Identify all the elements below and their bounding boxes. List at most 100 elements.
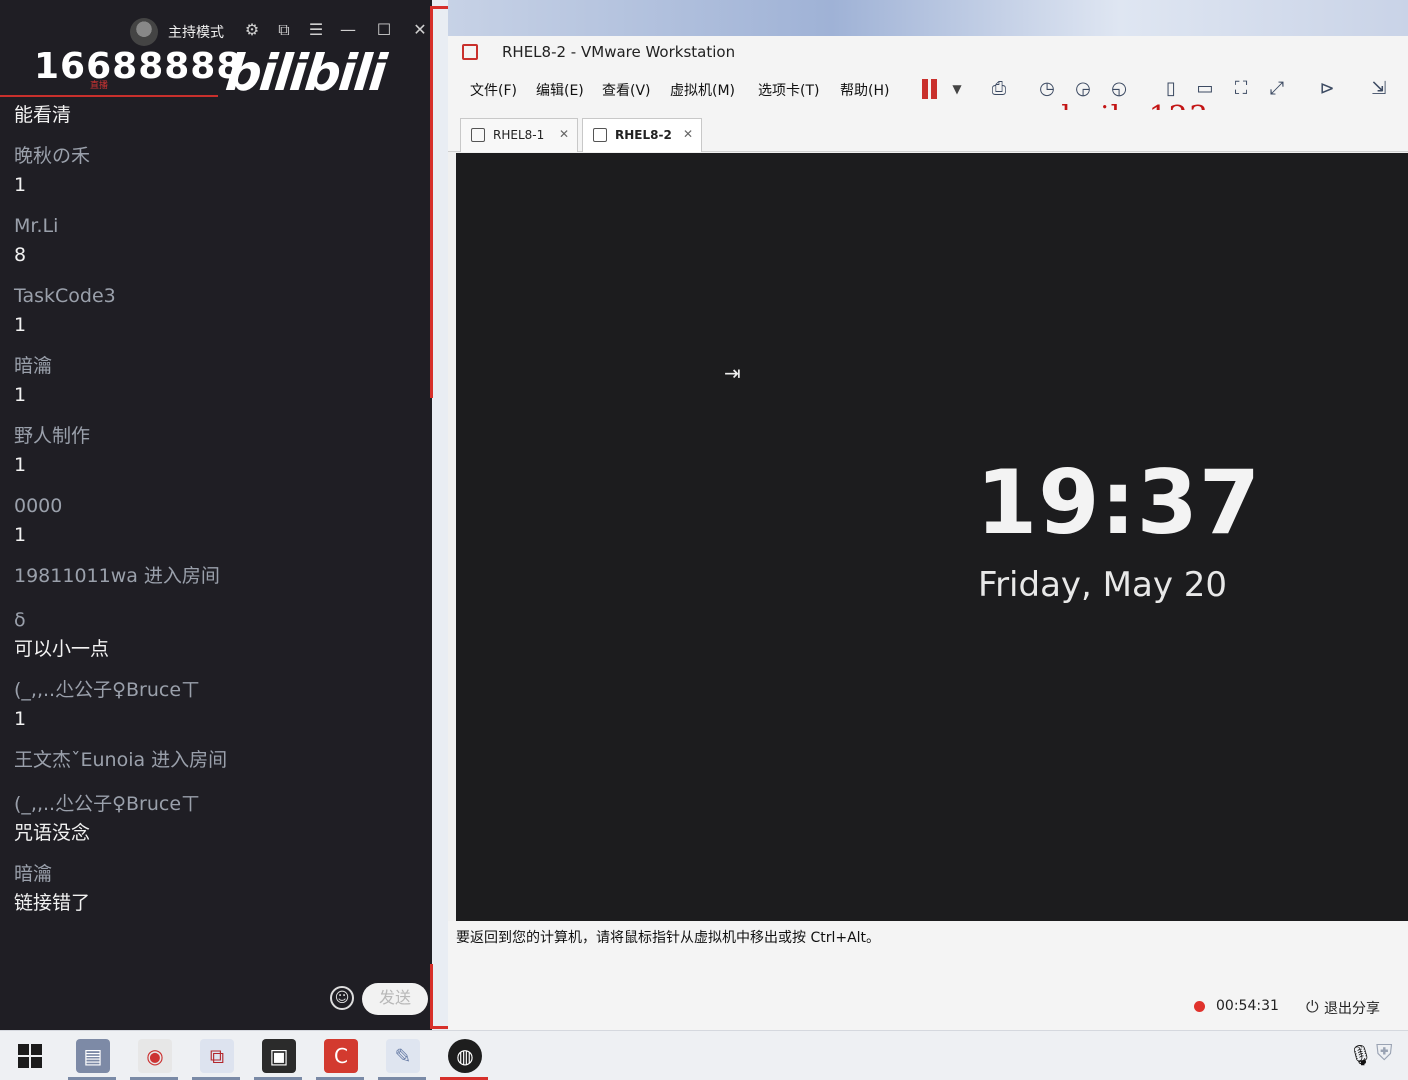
maximize-icon[interactable]: ☐ <box>374 20 394 40</box>
chat-message: 晚秋の禾 1 <box>14 142 424 200</box>
vmware-taskbar-icon[interactable]: ⧉ <box>200 1039 234 1073</box>
vmware-window: RHEL8-2 - VMware Workstation 文件(F) 编辑(E)… <box>448 0 1408 1030</box>
chat-message-text: 8 <box>14 244 27 266</box>
tab-label: RHEL8-1 <box>493 128 545 142</box>
vm-statusbar: 要返回到您的计算机，请将鼠标指针从虚拟机中移出或按 Ctrl+Alt。 00:5… <box>448 921 1408 1030</box>
chat-message: 暗瀹 链接错了 <box>14 860 424 918</box>
chat-username[interactable]: TaskCode3 <box>14 282 424 310</box>
host-mode-label[interactable]: 主持模式 <box>168 22 224 42</box>
terminal-icon[interactable]: ▣ <box>262 1039 296 1073</box>
send-ctrl-alt-del-icon[interactable]: ⎙ <box>986 76 1012 102</box>
exit-share-button[interactable]: 退出分享 <box>1324 998 1380 1018</box>
chat-message: δ 可以小一点 <box>14 606 424 664</box>
chat-message-text: 能看清 <box>14 104 72 126</box>
power-icon[interactable]: ⏻ <box>1306 997 1319 1017</box>
windows-taskbar: ▤ ◉ ⧉ ▣ C ✎ ◍ 🎙 ⛨ <box>0 1030 1408 1080</box>
obs-icon[interactable]: ◍ <box>448 1039 482 1073</box>
microphone-icon[interactable]: 🎙 <box>1348 1043 1373 1067</box>
vm-tab-icon <box>593 128 607 142</box>
chat-message: (_,,..尐公子♀Bruceㄒ咒语没念 <box>14 790 424 848</box>
close-icon[interactable]: ✕ <box>683 127 693 141</box>
chat-message: (_,,..尐公子♀Bruceㄒ 1 <box>14 676 424 734</box>
room-underline <box>0 95 218 97</box>
close-icon[interactable]: ✕ <box>559 127 569 141</box>
chat-message: 暗瀹 1 <box>14 352 424 410</box>
recording-time: 00:54:31 <box>1216 998 1279 1014</box>
menu-help[interactable]: 帮助(H) <box>840 80 889 100</box>
menu-edit[interactable]: 编辑(E) <box>536 80 584 100</box>
chat-username[interactable]: 野人制作 <box>14 422 424 450</box>
chat-message: 野人制作 1 <box>14 422 424 480</box>
codeblock-icon[interactable]: C <box>324 1039 358 1073</box>
chat-message-text: 1 <box>14 174 27 196</box>
desktop-background-strip <box>448 0 1408 36</box>
console-icon[interactable]: ⊳ <box>1314 76 1340 102</box>
close-icon[interactable]: ✕ <box>410 20 430 40</box>
revert-snapshot-icon[interactable]: ◶ <box>1070 76 1096 102</box>
chat-message: 0000 1 <box>14 492 424 550</box>
capture-frame-left <box>430 6 433 398</box>
recording-dot-icon <box>1194 1001 1205 1012</box>
stretch-icon[interactable]: ⇲ <box>1366 76 1392 102</box>
tab-rhel8-2[interactable]: RHEL8-2 ✕ <box>582 118 702 152</box>
chat-message-text: 1 <box>14 708 27 730</box>
chat-username[interactable]: (_,,..尐公子♀Bruceㄒ <box>14 790 424 818</box>
bilibili-logo: bilibili <box>222 44 388 102</box>
chat-message-text: 1 <box>14 314 27 336</box>
chat-message-text: 咒语没念 <box>14 822 91 844</box>
minimize-icon[interactable]: — <box>338 20 358 40</box>
lock-screen-date: Friday, May 20 <box>978 565 1228 605</box>
popout-icon[interactable]: ⧉ <box>274 20 294 40</box>
tool-icon[interactable]: ✎ <box>386 1039 420 1073</box>
room-enter-notice: 19811011wa 进入房间 <box>14 565 220 587</box>
file-explorer-icon[interactable]: ▤ <box>76 1039 110 1073</box>
vm-tabbar: RHEL8-1 ✕ RHEL8-2 ✕ <box>448 110 1408 152</box>
window-title: RHEL8-2 - VMware Workstation <box>502 43 736 61</box>
tab-rhel8-1[interactable]: RHEL8-1 ✕ <box>460 118 578 152</box>
unity-icon[interactable]: ⤢ <box>1264 76 1290 102</box>
live-chat-panel: 主持模式 ⚙ ⧉ ☰ — ☐ ✕ 16688888 直播 bilibili 能看… <box>0 0 432 1030</box>
chat-message-list: 能看清 晚秋の禾 1 Mr.Li 8 TaskCode3 1 暗瀹 1 野人制作 1 0000 1 198… <box>14 100 424 930</box>
lock-screen-time: 19:37 <box>976 451 1262 554</box>
thumbnail-view-icon[interactable]: ▭ <box>1192 76 1218 102</box>
chat-message-text: 可以小一点 <box>14 638 110 660</box>
vm-tab-icon <box>471 128 485 142</box>
chat-username[interactable]: 暗瀹 <box>14 860 424 888</box>
avatar[interactable] <box>130 18 158 46</box>
capture-frame-left-bottom <box>430 964 433 1028</box>
menu-view[interactable]: 查看(V) <box>602 80 651 100</box>
menu-vm[interactable]: 虚拟机(M) <box>670 80 735 100</box>
chat-message: Mr.Li 8 <box>14 212 424 270</box>
windows-start-icon[interactable] <box>18 1044 42 1068</box>
chat-message-text: 链接错了 <box>14 892 91 914</box>
capture-frame-top <box>430 6 448 9</box>
chrome-icon[interactable]: ◉ <box>138 1039 172 1073</box>
sidebar-view-icon[interactable]: ▯ <box>1158 76 1184 102</box>
emoji-icon[interactable]: ☺ <box>330 986 354 1010</box>
snapshot-icon[interactable]: ◷ <box>1034 76 1060 102</box>
pause-dropdown-icon[interactable]: ▼ <box>944 76 970 102</box>
chat-message-text: 1 <box>14 384 27 406</box>
send-button[interactable]: 发送 <box>362 983 428 1015</box>
shield-icon[interactable]: ⛨ <box>1376 1041 1393 1066</box>
chat-username[interactable]: 晚秋の禾 <box>14 142 424 170</box>
menu-file[interactable]: 文件(F) <box>470 80 517 100</box>
vm-guest-screen[interactable]: ⇥ 19:37 Friday, May 20 <box>456 153 1408 921</box>
chat-username[interactable]: 0000 <box>14 492 424 520</box>
chat-username[interactable]: (_,,..尐公子♀Bruceㄒ <box>14 676 424 704</box>
status-hint: 要返回到您的计算机，请将鼠标指针从虚拟机中移出或按 Ctrl+Alt。 <box>456 930 881 946</box>
fullscreen-icon[interactable]: ⛶ <box>1228 76 1254 102</box>
chat-username[interactable]: 暗瀹 <box>14 352 424 380</box>
snapshot-manager-icon[interactable]: ◵ <box>1106 76 1132 102</box>
chat-username[interactable]: δ <box>14 606 424 634</box>
pause-icon[interactable] <box>922 79 942 101</box>
chat-username[interactable]: Mr.Li <box>14 212 424 240</box>
gear-icon[interactable]: ⚙ <box>242 20 262 40</box>
chat-message: TaskCode3 1 <box>14 282 424 340</box>
menu-icon[interactable]: ☰ <box>306 20 326 40</box>
chat-message-text: 1 <box>14 454 27 476</box>
vmware-logo-icon <box>462 44 478 60</box>
room-subtitle: 直播 <box>90 81 109 91</box>
menu-tabs[interactable]: 选项卡(T) <box>758 80 819 100</box>
vmware-titlebar: RHEL8-2 - VMware Workstation <box>448 36 1408 70</box>
